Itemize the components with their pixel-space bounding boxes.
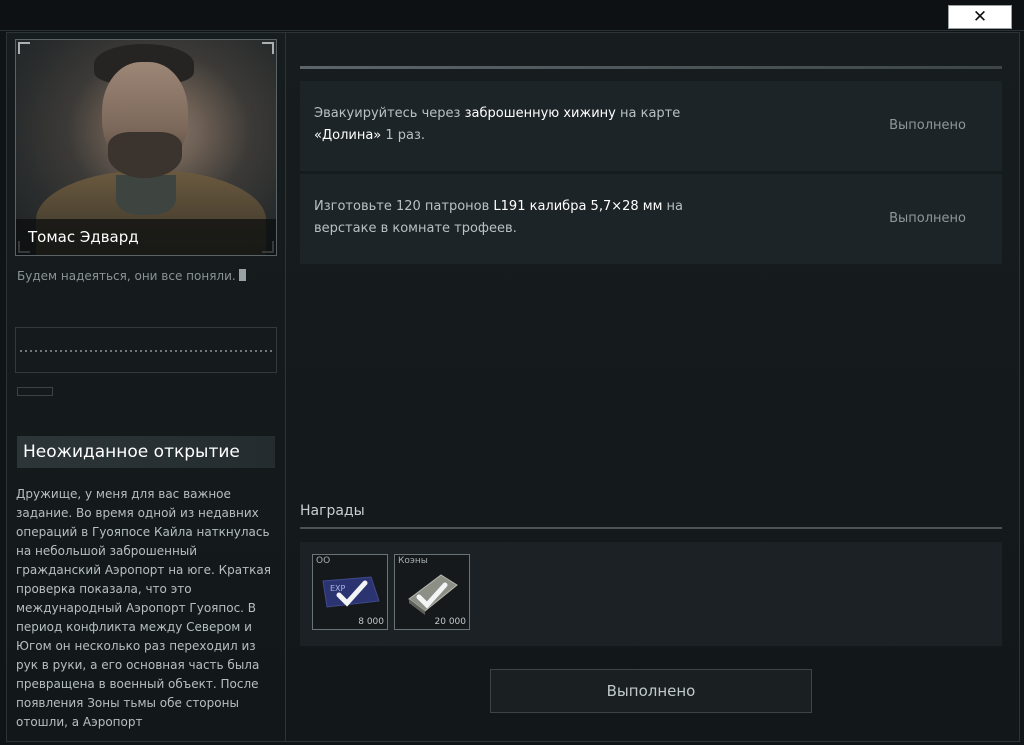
objective-text: Эвакуируйтесь через заброшенную хижину н…	[314, 106, 681, 143]
reward-count: 8 000	[358, 617, 384, 627]
quest-title: Неожиданное открытие	[17, 436, 275, 468]
trader-quote: Будем надеяться, они все поняли.	[17, 269, 277, 283]
reward-name: Коэны	[398, 556, 428, 566]
trader-portrait: Томас Эдвард	[15, 39, 277, 256]
trader-quote-text: Будем надеяться, они все поняли.	[17, 269, 236, 283]
objective-item: Эвакуируйтесь через заброшенную хижину н…	[300, 81, 1002, 171]
close-button[interactable]: ✕	[948, 5, 1012, 29]
reward-name: ОО	[316, 556, 331, 566]
objective-status: Выполнено	[889, 211, 966, 226]
divider	[300, 66, 1002, 69]
objective-text: Изготовьте 120 патронов L191 калибра 5,7…	[314, 199, 684, 236]
close-icon: ✕	[972, 7, 988, 27]
reward-experience[interactable]: EXP ОО 8 000	[312, 554, 388, 630]
objective-status: Выполнено	[889, 118, 966, 133]
reward-coins[interactable]: Коэны 20 000	[394, 554, 470, 630]
svg-text:EXP: EXP	[330, 584, 346, 593]
complete-button[interactable]: Выполнено	[490, 669, 812, 713]
objectives-panel: Эвакуируйтесь через заброшенную хижину н…	[286, 33, 1019, 741]
trader-name: Томас Эдвард	[16, 219, 276, 255]
quest-description: Дружище, у меня для вас важное задание. …	[16, 487, 271, 729]
rewards-heading: Награды	[300, 503, 365, 519]
text-cursor-icon	[238, 269, 246, 281]
waveform-tag	[17, 387, 53, 396]
quest-dialog: Томас Эдвард Будем надеяться, они все по…	[6, 32, 1020, 742]
reward-count: 20 000	[434, 617, 467, 627]
divider	[300, 527, 1002, 529]
trader-panel: Томас Эдвард Будем надеяться, они все по…	[7, 33, 286, 741]
rewards-list: EXP ОО 8 000 Коэны 20 000	[300, 542, 1002, 646]
window-titlebar: ✕	[0, 0, 1024, 31]
objective-item: Изготовьте 120 патронов L191 калибра 5,7…	[300, 174, 1002, 264]
audio-waveform	[15, 327, 277, 373]
